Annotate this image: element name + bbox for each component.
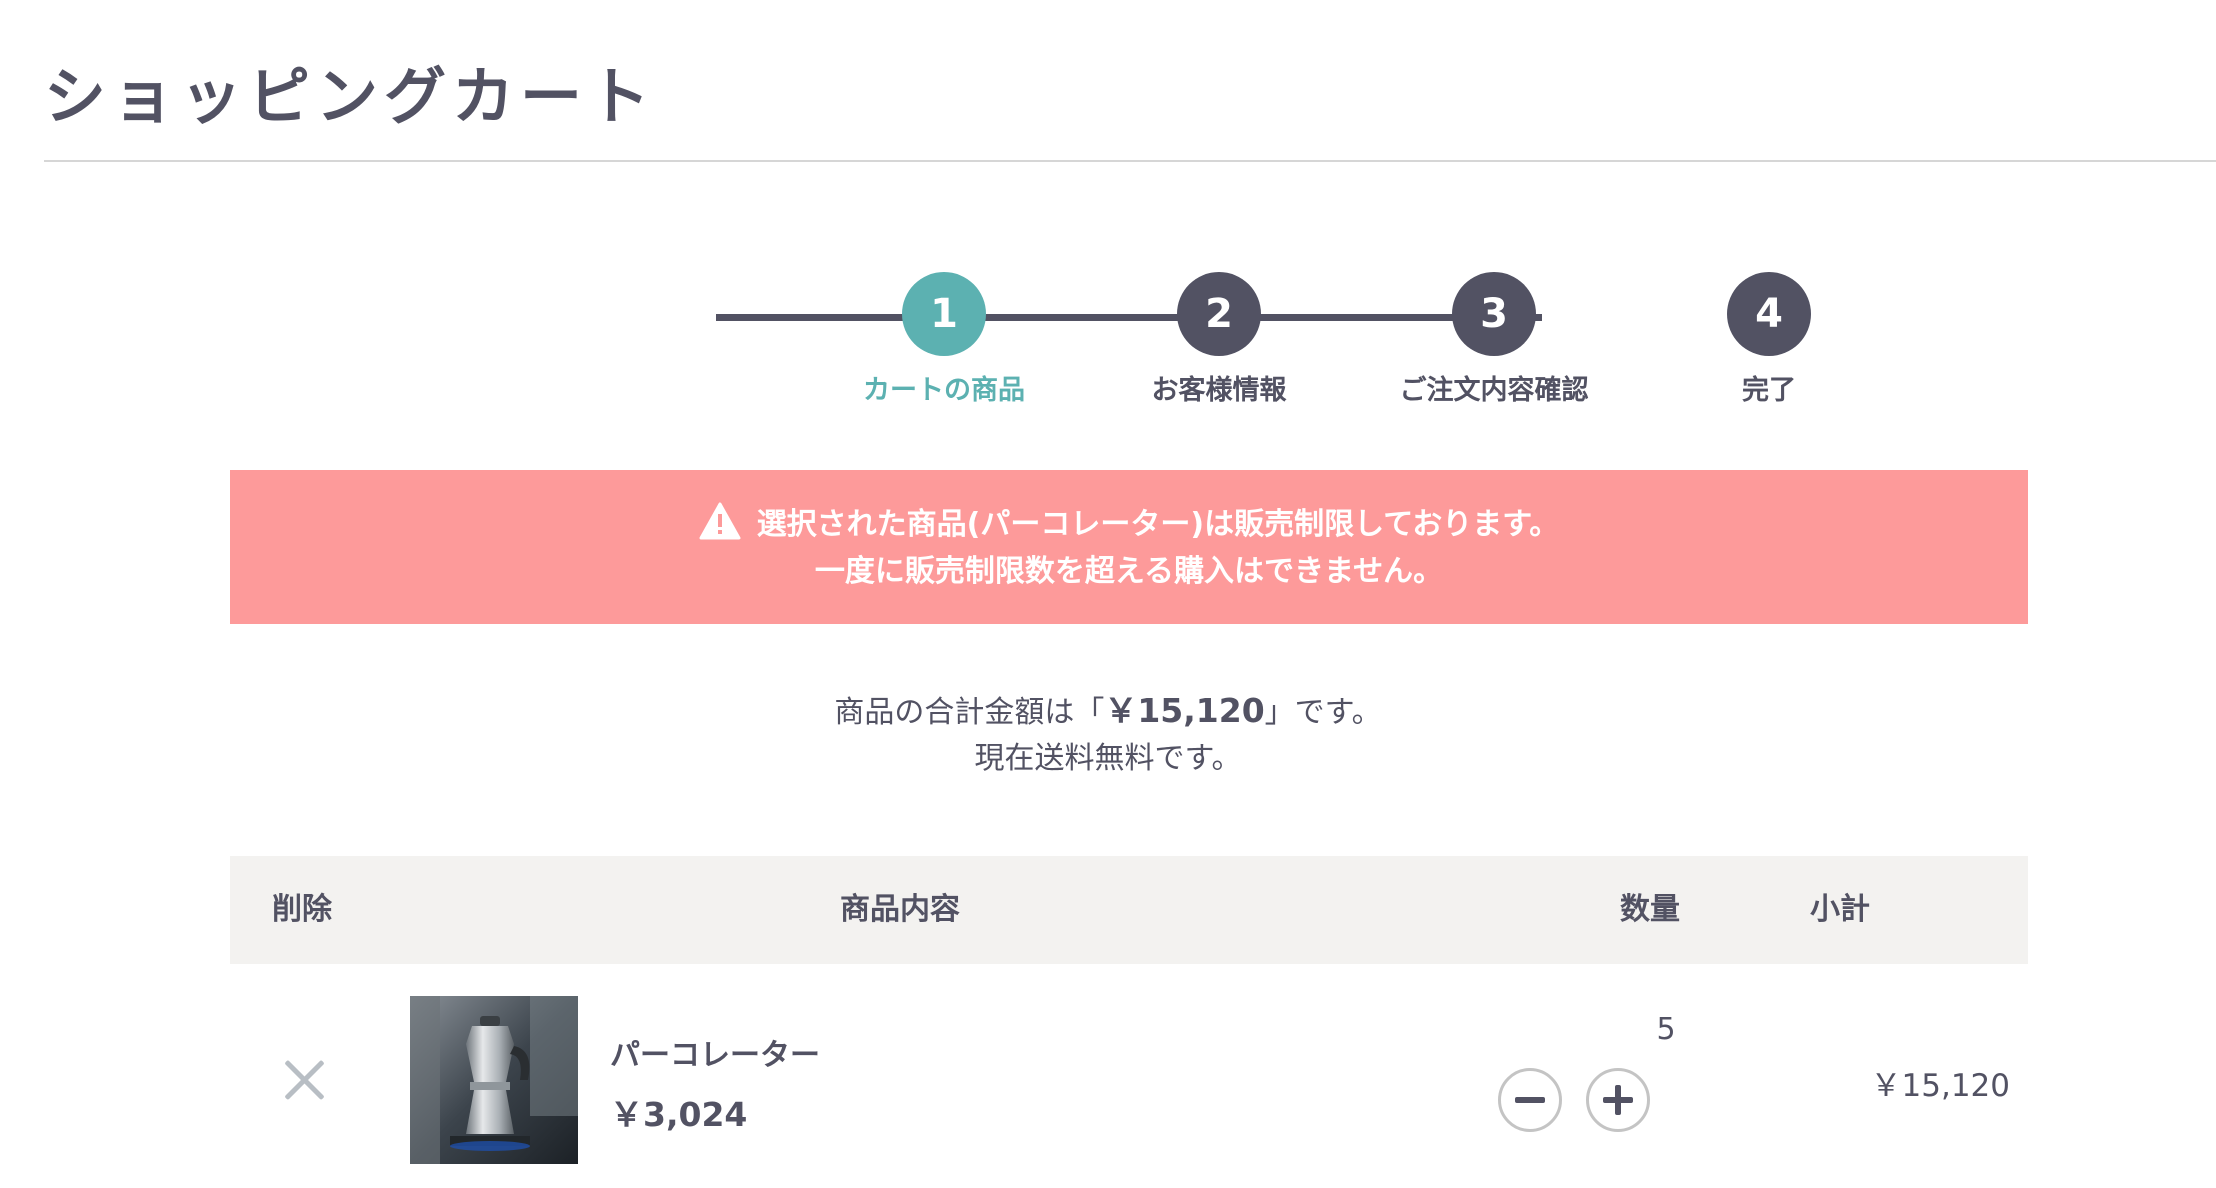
cart-item-row: パーコレーター ￥3,024 5 ￥15,120: [230, 964, 2028, 1188]
alert-message-line2: 一度に販売制限数を超える購入はできません。: [814, 554, 1444, 589]
product-image[interactable]: [410, 996, 578, 1164]
cart-summary: 商品の合計金額は「￥15,120」です。 現在送料無料です。: [0, 688, 2216, 782]
page-title: ショッピングカート: [44, 60, 657, 133]
header-item: 商品内容: [840, 892, 960, 927]
step-label: お客様情報: [1151, 375, 1287, 406]
minus-icon[interactable]: [1498, 1068, 1562, 1132]
step-label: カートの商品: [863, 375, 1025, 406]
row-subtotal: ￥15,120: [1870, 1068, 2010, 1104]
header-quantity: 数量: [1620, 892, 1680, 927]
purchase-limit-alert: 選択された商品(パーコレーター)は販売制限しております。 一度に販売制限数を超え…: [230, 470, 2028, 624]
step-customer-info: 2 お客様情報: [1099, 272, 1339, 407]
step-number: 4: [1727, 272, 1811, 356]
step-cart: 1 カートの商品: [824, 272, 1064, 407]
summary-total-amount: ￥15,120: [1104, 691, 1265, 730]
product-unit-price: ￥3,024: [610, 1095, 748, 1134]
step-number: 3: [1452, 272, 1536, 356]
close-icon[interactable]: [282, 1058, 326, 1102]
step-complete: 4 完了: [1649, 272, 1889, 407]
product-name[interactable]: パーコレーター: [610, 1030, 820, 1074]
step-label: 完了: [1742, 375, 1796, 406]
shipping-note: 現在送料無料です。: [974, 741, 1242, 776]
cart-table-header: 削除 商品内容 数量 小計: [230, 856, 2028, 964]
summary-prefix: 商品の合計金額は「: [834, 695, 1105, 730]
checkout-steps: 1 カートの商品 2 お客様情報 3 ご注文内容確認 4 完了: [0, 272, 2216, 422]
warning-icon: [699, 502, 741, 553]
plus-icon[interactable]: [1586, 1068, 1650, 1132]
step-order-confirm: 3 ご注文内容確認: [1374, 272, 1614, 407]
title-divider: [44, 160, 2216, 162]
step-number: 1: [902, 272, 986, 356]
step-label: ご注文内容確認: [1399, 375, 1589, 406]
step-number: 2: [1177, 272, 1261, 356]
header-subtotal: 小計: [1810, 892, 1870, 927]
alert-message-line1: 選択された商品(パーコレーター)は販売制限しております。: [756, 507, 1560, 542]
summary-suffix: 」です。: [1264, 695, 1382, 730]
quantity-value: 5: [1656, 1012, 1676, 1047]
